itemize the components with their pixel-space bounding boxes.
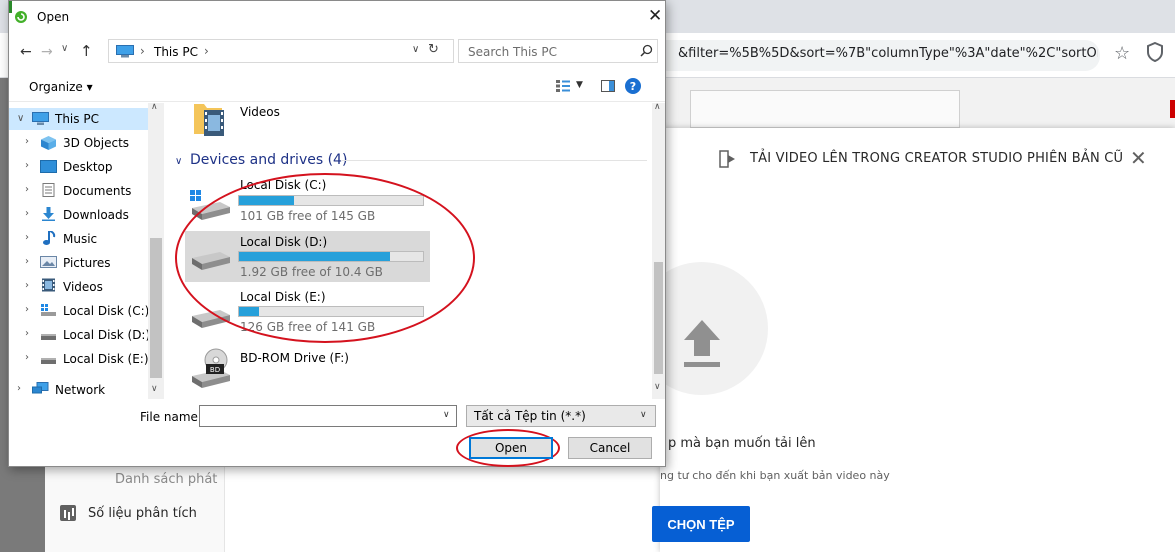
breadcrumb-separator[interactable]: › xyxy=(140,44,145,58)
folder-label[interactable]: Videos xyxy=(240,105,280,119)
star-icon[interactable]: ☆ xyxy=(1114,43,1130,64)
sidebar-item-pictures[interactable]: › Pictures xyxy=(9,252,148,274)
dialog-title: Open xyxy=(37,10,70,24)
bd-rom-icon[interactable]: BD xyxy=(190,348,232,388)
forward-arrow-icon[interactable]: → xyxy=(41,44,53,60)
sidebar-item-downloads[interactable]: › Downloads xyxy=(9,204,148,226)
chevron-down-icon[interactable]: ∨ xyxy=(175,156,182,167)
chevron-down-icon[interactable]: ∨ xyxy=(412,44,419,55)
chevron-down-icon[interactable]: ∨ xyxy=(17,113,24,124)
group-header-devices[interactable]: Devices and drives (4) xyxy=(190,152,347,168)
sidebar-item-local-disk-c[interactable]: › Local Disk (C:) xyxy=(9,300,149,322)
svg-text:BD: BD xyxy=(210,366,220,374)
chevron-right-icon[interactable]: › xyxy=(25,232,29,243)
sidebar-item-this-pc[interactable]: ∨ This PC xyxy=(9,108,148,130)
preview-pane-icon[interactable] xyxy=(601,80,615,92)
refresh-icon[interactable]: ↻ xyxy=(428,42,439,57)
upload-instruction: p mà bạn muốn tải lên xyxy=(668,436,816,451)
organize-menu[interactable]: Organize ▾ xyxy=(29,80,93,94)
video-folder-icon[interactable] xyxy=(192,100,228,138)
search-placeholder: Search This PC xyxy=(468,45,557,59)
url-text[interactable]: &filter=%5B%5D&sort=%7B"columnType"%3A"d… xyxy=(678,46,1098,61)
chevron-down-icon[interactable]: ∨ xyxy=(151,384,158,394)
chevron-right-icon[interactable]: › xyxy=(25,160,29,171)
sidebar-item-local-disk-d[interactable]: › Local Disk (D:) xyxy=(9,324,150,346)
chevron-right-icon[interactable]: › xyxy=(25,136,29,147)
nav-scroll-thumb[interactable] xyxy=(150,238,162,378)
breadcrumb-this-pc[interactable]: This PC xyxy=(154,45,198,59)
red-edge-marker xyxy=(1170,100,1175,118)
drive-icon xyxy=(41,358,56,364)
group-divider xyxy=(342,160,647,161)
content-scroll-thumb[interactable] xyxy=(654,262,663,374)
chevron-up-icon[interactable]: ∧ xyxy=(654,102,661,112)
film-icon xyxy=(42,278,55,292)
open-button[interactable]: Open xyxy=(469,437,553,459)
network-icon xyxy=(32,382,49,394)
chevron-down-icon[interactable]: ∨ xyxy=(640,410,647,420)
drive-label[interactable]: BD-ROM Drive (F:) xyxy=(240,351,349,365)
chevron-right-icon[interactable]: › xyxy=(25,328,29,339)
upload-arrow-icon xyxy=(684,320,720,367)
chevron-right-icon[interactable]: › xyxy=(25,304,29,315)
chevron-right-icon[interactable]: › xyxy=(25,184,29,195)
view-options-icon[interactable] xyxy=(556,80,570,92)
filename-input[interactable] xyxy=(199,405,457,427)
sidebar-item-label: Số liệu phân tích xyxy=(88,505,197,521)
app-icon xyxy=(15,11,27,23)
filename-label: File name: xyxy=(140,410,202,424)
pc-icon xyxy=(116,45,134,58)
sidebar-item-videos[interactable]: › Videos xyxy=(9,276,148,298)
cancel-button[interactable]: Cancel xyxy=(568,437,652,459)
back-arrow-icon[interactable]: ← xyxy=(20,44,32,60)
drive-icon xyxy=(41,334,56,340)
sidebar-item-analytics[interactable]: Số liệu phân tích xyxy=(60,505,197,521)
pictures-icon xyxy=(40,256,57,268)
pc-icon xyxy=(32,112,49,125)
music-icon xyxy=(43,231,56,245)
breadcrumb-separator[interactable]: › xyxy=(204,44,209,58)
dialog-titlebar[interactable] xyxy=(9,1,665,37)
chevron-down-icon[interactable]: ∨ xyxy=(443,410,450,420)
sidebar-item-desktop[interactable]: › Desktop xyxy=(9,156,148,178)
chevron-right-icon[interactable]: › xyxy=(25,256,29,267)
upload-dialog-title: TẢI VIDEO LÊN TRONG CREATOR STUDIO PHIÊN… xyxy=(750,151,1124,166)
chevron-right-icon[interactable]: › xyxy=(17,383,21,394)
annotation-oval-drives xyxy=(175,173,475,343)
windows-drive-icon xyxy=(41,304,56,316)
classic-studio-icon xyxy=(719,150,735,168)
chevron-right-icon[interactable]: › xyxy=(25,280,29,291)
sidebar-item-playlists[interactable]: Danh sách phát xyxy=(115,472,217,487)
download-icon xyxy=(42,207,55,221)
sidebar-item-3d-objects[interactable]: › 3D Objects xyxy=(9,132,148,154)
document-icon xyxy=(42,183,55,197)
sidebar-item-local-disk-e[interactable]: › Local Disk (E:) xyxy=(9,348,149,370)
sidebar-item-music[interactable]: › Music xyxy=(9,228,148,250)
sidebar-item-documents[interactable]: › Documents xyxy=(9,180,148,202)
filetype-value: Tất cả Tệp tin (*.*) xyxy=(474,409,586,423)
chevron-down-icon[interactable]: ∨ xyxy=(61,43,68,54)
close-icon[interactable]: ✕ xyxy=(648,6,662,26)
chevron-down-icon[interactable]: ∨ xyxy=(654,382,661,392)
studio-header-box xyxy=(690,90,960,128)
choose-file-button[interactable]: CHỌN TỆP xyxy=(652,506,750,542)
sidebar-item-network[interactable]: › Network xyxy=(9,379,148,401)
chevron-up-icon[interactable]: ∧ xyxy=(151,102,158,112)
up-arrow-icon[interactable]: ↑ xyxy=(80,42,93,60)
chevron-right-icon[interactable]: › xyxy=(25,352,29,363)
chevron-down-icon[interactable]: ▼ xyxy=(576,80,583,90)
search-icon[interactable] xyxy=(640,44,653,57)
upload-privacy-note: ng tư cho đến khi bạn xuất bản video này xyxy=(660,469,890,482)
cube-icon xyxy=(41,136,56,150)
desktop-icon xyxy=(40,160,57,173)
chevron-right-icon[interactable]: › xyxy=(25,208,29,219)
help-icon[interactable]: ? xyxy=(625,78,641,94)
shield-icon[interactable] xyxy=(1146,42,1164,62)
titlebar-accent xyxy=(9,1,12,13)
analytics-icon xyxy=(60,505,76,521)
close-icon[interactable]: ✕ xyxy=(1130,146,1147,170)
